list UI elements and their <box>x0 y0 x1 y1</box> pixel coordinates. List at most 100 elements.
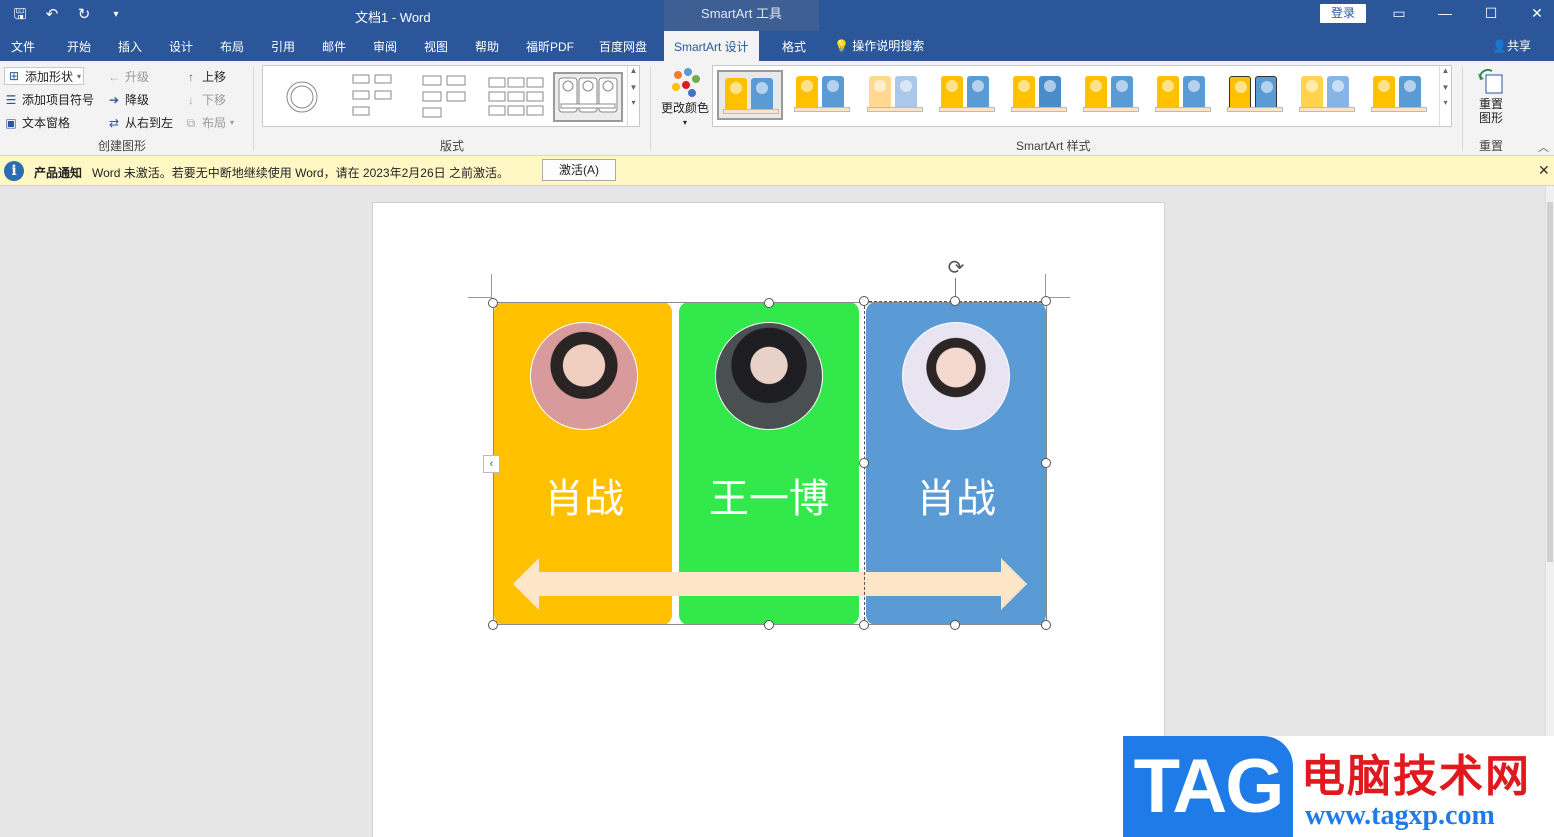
arrow-left-icon: ← <box>108 69 120 84</box>
minimize-icon[interactable]: — <box>1428 3 1462 25</box>
text-pane-toggle-icon[interactable]: ‹ <box>483 455 500 473</box>
style-dot <box>1261 81 1273 93</box>
style-thumb-9[interactable] <box>1295 70 1361 120</box>
text-pane-button[interactable]: ▣ 文本窗格 <box>4 114 70 131</box>
move-down-button[interactable]: ↓ 下移 <box>184 91 226 108</box>
style-arrow <box>867 107 923 112</box>
tab-foxit-pdf[interactable]: 福昕PDF <box>526 38 574 55</box>
arrow-up-icon: ↑ <box>188 69 194 84</box>
graphic-frame <box>493 302 1047 625</box>
tab-format[interactable]: 格式 <box>782 38 806 55</box>
layouts-gallery-scroll[interactable]: ▲ ▼ ▾ <box>627 66 639 126</box>
resize-handle[interactable] <box>764 298 774 308</box>
tab-baidu-netdisk[interactable]: 百度网盘 <box>599 38 647 55</box>
tab-mailings[interactable]: 邮件 <box>322 38 346 55</box>
gallery-more-icon[interactable]: ▾ <box>628 98 639 107</box>
ribbon-display-options-icon[interactable]: ▭ <box>1382 3 1416 25</box>
reset-graphic-label: 重置 图形 <box>1478 97 1503 125</box>
style-thumb-8[interactable] <box>1223 70 1289 120</box>
layout-thumb-process-2[interactable] <box>413 72 475 122</box>
maximize-icon[interactable]: ☐ <box>1474 3 1508 25</box>
watermark-logo: TAG <box>1123 736 1293 837</box>
style-thumb-5[interactable] <box>1007 70 1073 120</box>
styles-gallery-scroll[interactable]: ▲ ▼ ▾ <box>1439 66 1451 126</box>
style-thumb-6[interactable] <box>1079 70 1145 120</box>
scroll-down-icon[interactable]: ▼ <box>628 83 639 92</box>
chevron-down-icon: ▾ <box>682 118 687 127</box>
tab-insert[interactable]: 插入 <box>118 38 142 55</box>
resize-handle[interactable] <box>859 458 869 468</box>
share-button[interactable]: 👤共享 <box>1492 37 1531 54</box>
redo-icon[interactable]: ↻ <box>72 4 96 26</box>
style-dot <box>874 80 886 92</box>
resize-handle[interactable] <box>1041 620 1051 630</box>
tab-smartart-design[interactable]: SmartArt 设计 <box>664 31 759 61</box>
tell-me-search[interactable]: 💡 操作说明搜索 <box>834 37 924 54</box>
tab-design[interactable]: 设计 <box>169 38 193 55</box>
resize-handle[interactable] <box>1041 296 1051 306</box>
layout-thumb-cycle[interactable] <box>271 72 333 122</box>
tab-help[interactable]: 帮助 <box>475 38 499 55</box>
rotate-handle-icon[interactable]: ⟳ <box>944 256 968 280</box>
close-icon[interactable]: ✕ <box>1538 162 1550 179</box>
close-icon[interactable]: ✕ <box>1520 3 1554 25</box>
add-shape-button[interactable]: ⊞ 添加形状 ▾ <box>4 67 85 85</box>
style-dot <box>1332 80 1344 92</box>
resize-handle[interactable] <box>950 296 960 306</box>
resize-handle[interactable] <box>950 620 960 630</box>
collapse-ribbon-icon[interactable]: ︿ <box>1538 139 1549 155</box>
right-to-left-button[interactable]: ⇄ 从右到左 <box>107 114 173 131</box>
demote-button[interactable]: ➔ 降级 <box>107 91 149 108</box>
style-dot <box>972 80 984 92</box>
resize-handle[interactable] <box>859 620 869 630</box>
style-thumb-7[interactable] <box>1151 70 1217 120</box>
resize-handle[interactable] <box>1041 458 1051 468</box>
resize-handle[interactable] <box>859 296 869 306</box>
tab-home[interactable]: 开始 <box>67 38 91 55</box>
style-arrow <box>1299 107 1355 112</box>
resize-handle[interactable] <box>488 298 498 308</box>
style-dot <box>827 80 839 92</box>
undo-icon[interactable]: ↶ <box>40 4 64 26</box>
scrollbar-thumb[interactable] <box>1547 202 1553 562</box>
layout-thumb-picture-accent[interactable] <box>553 72 623 122</box>
reset-graphic-button[interactable]: 重置 图形 <box>1474 67 1508 125</box>
scroll-down-icon[interactable]: ▼ <box>1440 83 1451 92</box>
style-thumb-1[interactable] <box>717 70 783 120</box>
tab-layout[interactable]: 布局 <box>220 38 244 55</box>
add-bullet-button[interactable]: ☰ 添加项目符号 <box>4 91 94 108</box>
tab-view[interactable]: 视图 <box>424 38 448 55</box>
person-icon: 👤 <box>1492 39 1507 53</box>
customize-qat-icon[interactable]: ▾ <box>104 4 128 26</box>
style-thumb-3[interactable] <box>863 70 929 120</box>
move-down-label: 下移 <box>202 93 227 107</box>
arrow-right-icon: ➔ <box>108 92 120 107</box>
scroll-up-icon[interactable]: ▲ <box>1440 66 1451 75</box>
style-thumb-2[interactable] <box>790 70 856 120</box>
activate-button[interactable]: 激活(A) <box>542 159 616 181</box>
watermark: TAG 电脑技术网 www.tagxp.com <box>1123 736 1554 837</box>
style-thumb-10[interactable] <box>1367 70 1433 120</box>
move-up-button[interactable]: ↑ 上移 <box>184 68 226 85</box>
style-arrow <box>1227 107 1283 112</box>
promote-button[interactable]: ← 升级 <box>107 68 149 85</box>
reset-graphic-icon <box>1478 68 1503 94</box>
gallery-more-icon[interactable]: ▾ <box>1440 98 1451 107</box>
layout-button[interactable]: ⧉ 布局 ▾ <box>184 114 234 131</box>
style-thumb-4[interactable] <box>935 70 1001 120</box>
resize-handle[interactable] <box>764 620 774 630</box>
scroll-up-icon[interactable]: ▲ <box>628 66 639 75</box>
style-dot <box>1404 80 1416 92</box>
layout-thumb-grid[interactable] <box>485 72 547 122</box>
layout-thumb-process-1[interactable] <box>341 72 403 122</box>
tab-file[interactable]: 文件 <box>11 38 35 55</box>
save-icon[interactable]: 🖫 <box>8 4 32 26</box>
notice-title: 产品通知 <box>34 166 83 180</box>
style-dot <box>730 82 742 94</box>
login-button[interactable]: 登录 <box>1320 4 1366 23</box>
change-colors-button[interactable]: 更改颜色 ▾ <box>660 67 710 127</box>
grid-layout-icon <box>488 77 544 116</box>
resize-handle[interactable] <box>488 620 498 630</box>
tab-references[interactable]: 引用 <box>271 38 295 55</box>
tab-review[interactable]: 审阅 <box>373 38 397 55</box>
